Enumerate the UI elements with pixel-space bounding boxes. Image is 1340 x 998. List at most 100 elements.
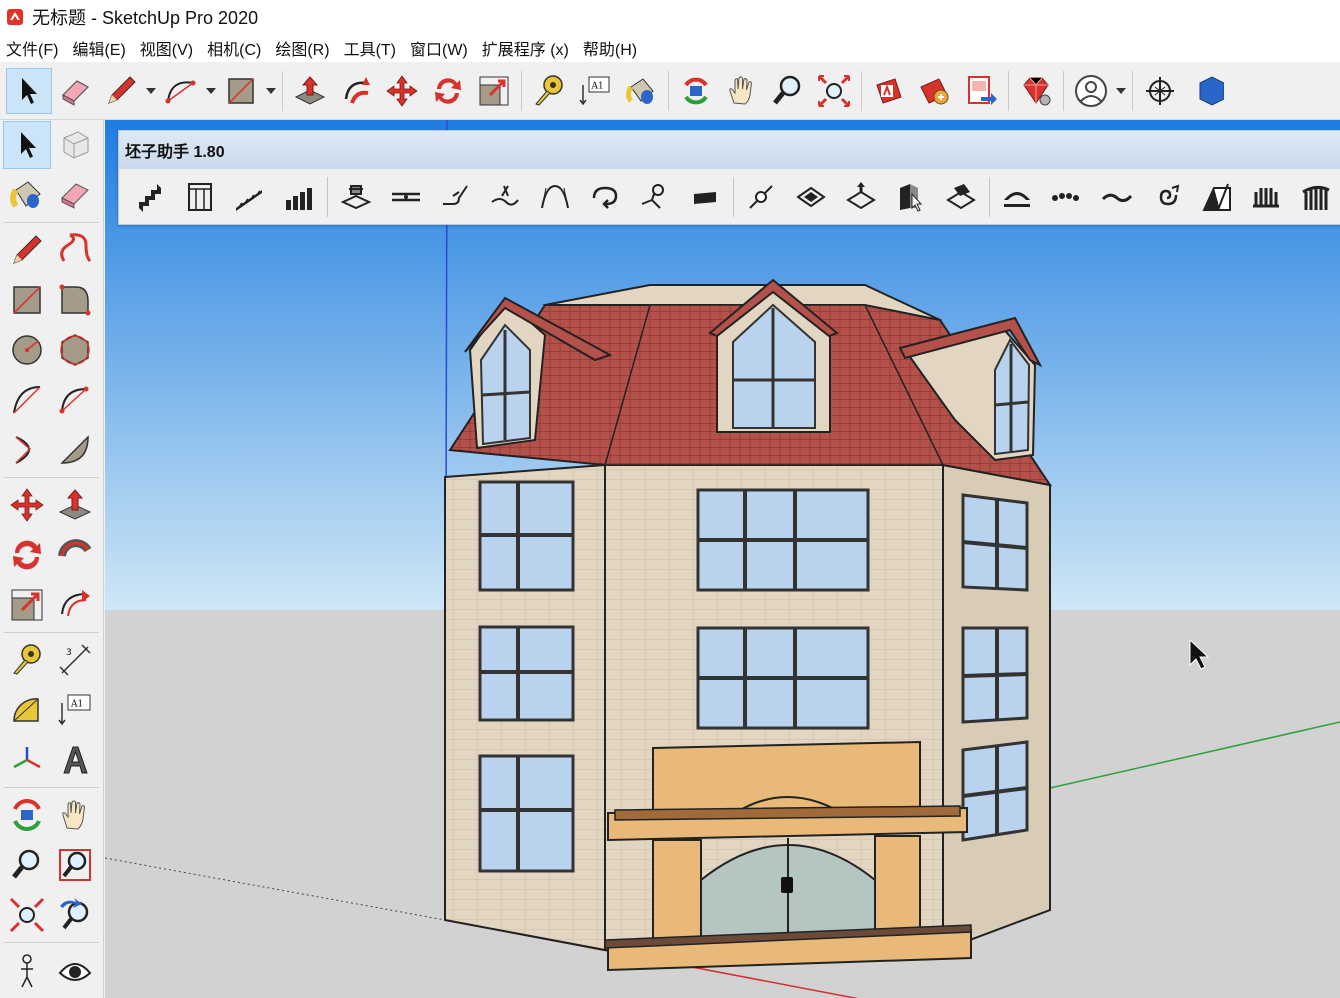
comb-button[interactable] <box>1242 174 1292 220</box>
left-dimension-button[interactable]: 3 <box>51 636 99 684</box>
cube-select-button[interactable] <box>886 174 936 220</box>
left-follow-me-button[interactable] <box>51 531 99 579</box>
left-3d-text-button[interactable] <box>51 736 99 784</box>
left-three-point-arc-button[interactable] <box>3 426 51 474</box>
eraser-button[interactable] <box>52 68 98 114</box>
left-paint-button[interactable] <box>3 171 51 219</box>
left-rotated-rect-button[interactable] <box>51 276 99 324</box>
left-scale-button[interactable] <box>3 581 51 629</box>
text-button[interactable]: A1 <box>572 68 618 114</box>
rail-button[interactable] <box>1291 174 1340 220</box>
trim-button[interactable] <box>481 174 531 220</box>
left-tape-measure-button[interactable] <box>3 636 51 684</box>
flat-panel-button[interactable] <box>680 174 730 220</box>
left-look-around-button[interactable] <box>51 946 99 994</box>
push-pull-button[interactable] <box>287 68 333 114</box>
left-circle-button[interactable] <box>3 326 51 374</box>
ruby-extension-button[interactable] <box>1013 68 1059 114</box>
left-arc-button[interactable] <box>3 376 51 424</box>
left-axes-button[interactable] <box>3 736 51 784</box>
left-protractor-button[interactable] <box>3 686 51 734</box>
extension-warehouse-button[interactable] <box>912 68 958 114</box>
protractor-icon <box>13 698 39 722</box>
joint-button[interactable] <box>630 174 680 220</box>
dome-button[interactable] <box>993 174 1043 220</box>
layout-send-button[interactable] <box>958 68 1004 114</box>
left-previous-view-button[interactable] <box>51 891 99 939</box>
rectangle-button[interactable] <box>218 68 264 114</box>
menu-file[interactable]: 文件(F) <box>6 36 58 60</box>
menu-extensions[interactable]: 扩展程序 (x) <box>482 36 569 60</box>
left-rotate-button[interactable] <box>3 531 51 579</box>
stair-button[interactable] <box>125 174 175 220</box>
left-push-pull-button[interactable] <box>51 481 99 529</box>
axes-position-button[interactable] <box>1137 68 1183 114</box>
zoom-extents-button[interactable] <box>811 68 857 114</box>
user-account-dropdown[interactable] <box>1114 68 1128 114</box>
left-move-button[interactable] <box>3 481 51 529</box>
cube-button[interactable] <box>1183 68 1229 114</box>
rotate-button[interactable] <box>425 68 471 114</box>
modeling-viewport[interactable] <box>105 120 1340 998</box>
menu-camera[interactable]: 相机(C) <box>207 36 261 60</box>
left-offset-button[interactable] <box>51 581 99 629</box>
slope-button[interactable] <box>1192 174 1242 220</box>
pizi-helper-toolbar[interactable]: 坯子助手 1.80 <box>118 130 1340 225</box>
left-orbit-button[interactable] <box>3 791 51 839</box>
move-button[interactable] <box>379 68 425 114</box>
diamond-face-button[interactable] <box>786 174 836 220</box>
menu-view[interactable]: 视图(V) <box>140 36 193 60</box>
menu-edit[interactable]: 编辑(E) <box>72 36 125 60</box>
curve-loop-button[interactable] <box>580 174 630 220</box>
left-line-button[interactable] <box>3 226 51 274</box>
bars-button[interactable] <box>274 174 324 220</box>
left-zoom-extents-button[interactable] <box>3 891 51 939</box>
menu-window[interactable]: 窗口(W) <box>410 36 468 60</box>
wall-grid-button[interactable] <box>175 174 225 220</box>
dots-path-button[interactable] <box>1042 174 1092 220</box>
line-split-button[interactable] <box>381 174 431 220</box>
ramp-button[interactable] <box>225 174 275 220</box>
left-rectangle-button[interactable] <box>3 276 51 324</box>
pan-button[interactable] <box>719 68 765 114</box>
menu-tools[interactable]: 工具(T) <box>344 36 396 60</box>
tape-measure-button[interactable] <box>526 68 572 114</box>
left-zoom-button[interactable] <box>3 841 51 889</box>
left-two-point-arc-button[interactable] <box>51 376 99 424</box>
orbit-button[interactable] <box>673 68 719 114</box>
scale-button[interactable] <box>471 68 517 114</box>
paint-bucket-button[interactable] <box>618 68 664 114</box>
warehouse-button[interactable] <box>866 68 912 114</box>
left-freehand-button[interactable] <box>51 226 99 274</box>
select-button[interactable] <box>6 67 52 114</box>
spiral-button[interactable] <box>1142 174 1192 220</box>
user-account-button[interactable] <box>1068 68 1114 114</box>
wave-line-button[interactable] <box>1092 174 1142 220</box>
left-pan-button[interactable] <box>51 791 99 839</box>
pizi-helper-title[interactable]: 坯子助手 1.80 <box>119 131 1340 169</box>
left-zoom-window-button[interactable] <box>51 841 99 889</box>
arc-dropdown[interactable] <box>204 68 218 114</box>
left-polygon-button[interactable] <box>51 326 99 374</box>
rectangle-dropdown[interactable] <box>264 68 278 114</box>
left-walk-button[interactable] <box>3 946 51 994</box>
follow-me-button[interactable] <box>333 68 379 114</box>
left-eraser-button[interactable] <box>51 171 99 219</box>
menu-draw[interactable]: 绘图(R) <box>275 36 329 60</box>
left-text-button[interactable]: A1 <box>51 686 99 734</box>
left-component-button[interactable] <box>51 121 99 169</box>
line-dropdown[interactable] <box>144 68 158 114</box>
fillet-button[interactable] <box>431 174 481 220</box>
left-select-button[interactable] <box>3 121 51 169</box>
drill-button[interactable] <box>737 174 787 220</box>
scene-canvas[interactable] <box>105 120 1340 998</box>
arc-button[interactable] <box>158 68 204 114</box>
stack-face-button[interactable] <box>836 174 886 220</box>
left-pie-button[interactable] <box>51 426 99 474</box>
bezier-button[interactable] <box>530 174 580 220</box>
zoom-button[interactable] <box>765 68 811 114</box>
menu-help[interactable]: 帮助(H) <box>583 36 637 60</box>
line-button[interactable] <box>98 68 144 114</box>
fill-face-button[interactable] <box>936 174 986 220</box>
weld-button[interactable] <box>331 174 381 220</box>
